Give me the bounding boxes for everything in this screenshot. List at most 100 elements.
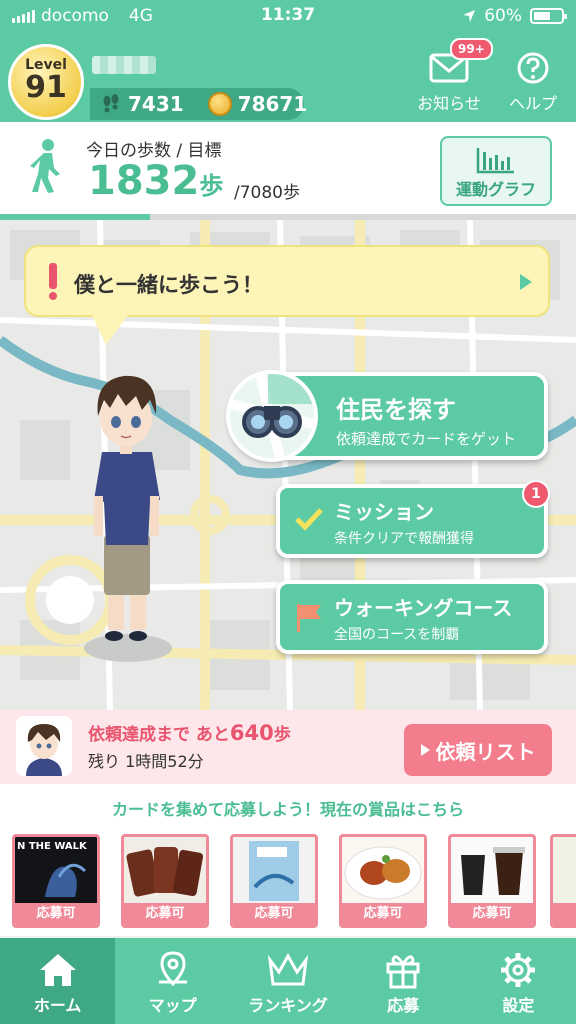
level-number: 91 [25, 70, 67, 105]
walking-person-icon [30, 139, 60, 193]
request-prefix: 依頼達成まで あと [88, 725, 230, 745]
tab-home[interactable]: ホーム [0, 938, 116, 1024]
prize-card[interactable]: 応募可 [448, 834, 536, 928]
prize-image [233, 837, 315, 903]
coffee-photo [461, 847, 525, 895]
mission-badge: 1 [522, 480, 550, 508]
jerky-photo [126, 847, 204, 897]
tab-settings-label: 設定 [502, 996, 535, 1015]
steps-unit: 歩 [199, 172, 224, 200]
home-icon [39, 954, 76, 986]
battery-icon [530, 8, 567, 24]
tab-apply[interactable]: 応募 [346, 938, 461, 1024]
status-right: 60% [462, 6, 567, 26]
crown-icon [267, 952, 309, 986]
prize-label: 応募可 [342, 903, 424, 925]
gear-icon [501, 953, 536, 987]
character-illustration [84, 375, 172, 662]
bar-chart-icon [476, 148, 514, 174]
avatar-character[interactable] [76, 360, 176, 674]
app-header: docomo 4G 11:37 60% Level 91 7431 78671 [0, 0, 576, 122]
speech-bubble[interactable]: 僕と一緒に歩こう！ [24, 245, 550, 345]
prize-image [342, 837, 424, 903]
tab-map-label: マップ [148, 996, 197, 1015]
find-residents-title: 住民を探す [336, 396, 456, 424]
coin-count: 78671 [237, 92, 308, 116]
exclamation-icon [49, 263, 57, 300]
binoculars-icon [230, 374, 314, 458]
help-label: ヘルプ [508, 94, 557, 113]
prize-label: 応募可 [451, 903, 533, 925]
tab-ranking-label: ランキング [248, 996, 328, 1015]
checkmark-icon [295, 508, 323, 531]
prizes-section: カードを集めて応募しよう！現在の賞品はこちら N THE WALK 応募可 応募… [0, 784, 576, 936]
gift-icon [386, 955, 420, 989]
dish-photo [344, 846, 422, 900]
find-residents-button[interactable]: 住民を探す 依頼達成でカードをゲット [226, 370, 548, 462]
exercise-graph-button[interactable]: 運動グラフ [440, 136, 552, 206]
prize-card[interactable]: 応募可 [230, 834, 318, 928]
steps-goal: /7080歩 [234, 183, 300, 203]
binoculars-badge [226, 370, 318, 462]
request-bar: 依頼達成まで あと640歩 残り 1時間52分 依頼リスト [0, 710, 576, 784]
book-cover [249, 841, 299, 901]
resident-avatar [16, 716, 72, 776]
prize-image [124, 837, 206, 903]
prizes-heading[interactable]: カードを集めて応募しよう！現在の賞品はこちら [0, 796, 576, 820]
battery-percent: 60% [484, 6, 522, 26]
prize-image: N THE WALK [15, 837, 97, 903]
speech-text: 僕と一緒に歩こう！ [74, 273, 263, 297]
tab-home-label: ホーム [33, 996, 82, 1015]
notice-badge: 99+ [450, 38, 493, 60]
tab-apply-label: 応募 [387, 996, 420, 1015]
prize-image [451, 837, 533, 903]
footsteps-count: 7431 [128, 92, 184, 116]
tab-settings[interactable]: 設定 [461, 938, 576, 1024]
request-remaining: 残り 1時間52分 [88, 752, 204, 771]
tab-bar: ホーム マップ ランキング 応募 設定 [0, 938, 576, 1024]
request-list-label: 依頼リスト [435, 739, 536, 764]
footsteps-icon [103, 94, 119, 113]
play-arrow-icon [520, 274, 532, 290]
prize-card-partial[interactable] [550, 834, 576, 928]
play-arrow-icon [420, 744, 430, 756]
coin-icon [207, 92, 232, 116]
notice-label: お知らせ [417, 94, 481, 113]
request-unit: 歩 [273, 725, 291, 745]
prize-caption: N THE WALK [17, 841, 87, 852]
steps-number: 1832 [88, 158, 200, 204]
find-residents-subtitle: 依頼達成でカードをゲット [336, 430, 517, 448]
level-badge[interactable]: Level 91 [8, 44, 84, 120]
flag-icon [297, 604, 321, 632]
prize-label [553, 903, 576, 925]
steps-panel: 今日の歩数 / 目標 1832歩 /7080歩 運動グラフ [0, 122, 576, 222]
tab-ranking[interactable]: ランキング [230, 938, 345, 1024]
exercise-graph-label: 運動グラフ [455, 180, 536, 199]
prize-card[interactable]: 応募可 [339, 834, 427, 928]
stats-bar: 7431 78671 [90, 88, 307, 120]
username-blurred [92, 56, 156, 74]
request-list-button[interactable]: 依頼リスト [404, 724, 552, 776]
help-button[interactable]: ヘルプ [492, 46, 574, 114]
mission-title: ミッション [334, 500, 434, 524]
resident-portrait [16, 716, 72, 776]
help-icon [517, 52, 549, 84]
request-progress: 依頼達成まで あと640歩 [88, 720, 291, 745]
status-bar: docomo 4G 11:37 60% [0, 0, 576, 32]
map-pin-icon [158, 951, 187, 987]
walking-course-subtitle: 全国のコースを制覇 [334, 627, 460, 643]
walking-course-button[interactable]: ウォーキングコース 全国のコースを制覇 [276, 580, 548, 654]
mission-subtitle: 条件クリアで報酬獲得 [334, 531, 474, 547]
tab-map[interactable]: マップ [115, 938, 230, 1024]
request-steps: 640 [229, 721, 274, 745]
steps-count: 1832歩 [88, 158, 223, 204]
prize-card[interactable]: N THE WALK 応募可 [12, 834, 100, 928]
prize-image [553, 837, 576, 903]
prize-label: 応募可 [124, 903, 206, 925]
mission-button[interactable]: ミッション 条件クリアで報酬獲得 [276, 484, 548, 558]
location-arrow-icon [463, 10, 476, 22]
prize-card[interactable]: 応募可 [121, 834, 209, 928]
prize-label: 応募可 [233, 903, 315, 925]
prize-label: 応募可 [15, 903, 97, 925]
notice-button[interactable]: 99+ お知らせ [408, 38, 493, 114]
